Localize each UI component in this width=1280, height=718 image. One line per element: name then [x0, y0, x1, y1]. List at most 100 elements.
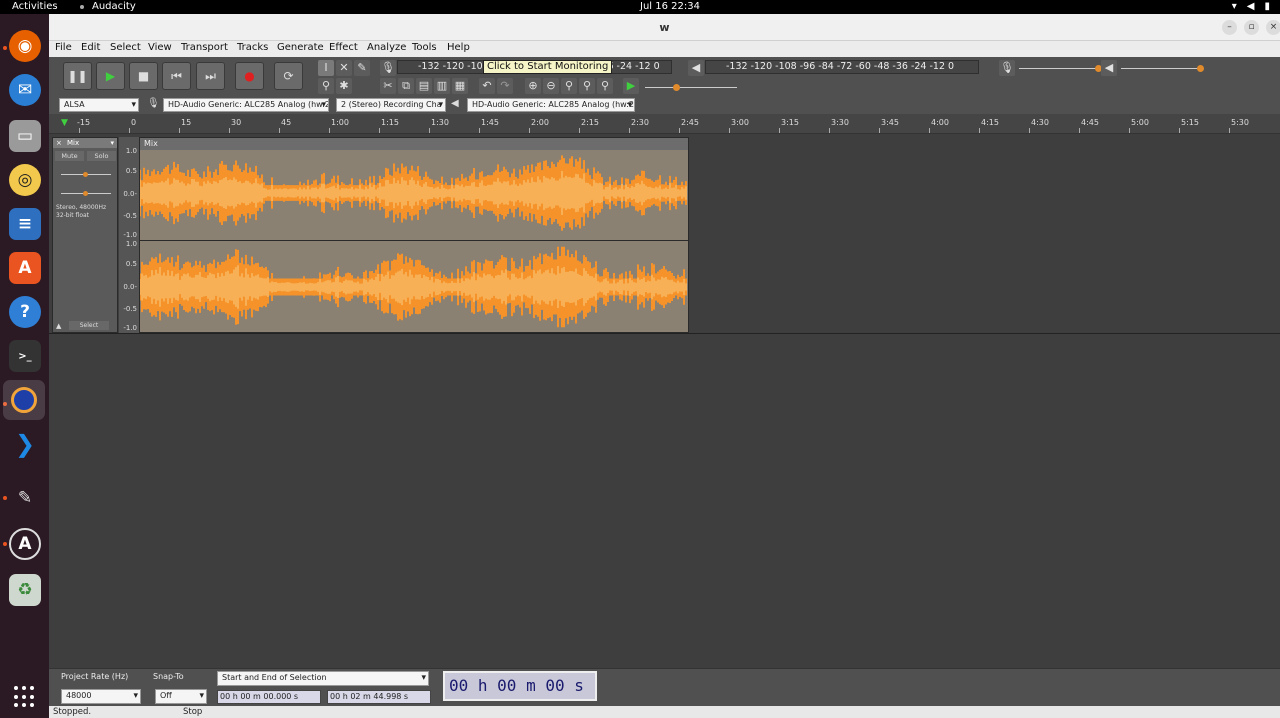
play-meter-button[interactable]: ◀: [688, 60, 704, 76]
track-control-panel[interactable]: × Mix ▾ Mute Solo Stereo, 48000Hz 32-bit…: [52, 137, 118, 333]
software-updater-icon[interactable]: A: [9, 528, 41, 560]
skip-end-button[interactable]: ⏭: [196, 62, 225, 90]
record-volume-slider[interactable]: [1019, 65, 1102, 72]
zoom-sel-icon: ⚲: [564, 79, 574, 92]
stop-button[interactable]: ■: [129, 62, 158, 90]
paste-button[interactable]: ▤: [416, 78, 432, 94]
app-menu[interactable]: Audacity: [80, 0, 136, 14]
help-icon[interactable]: ?: [9, 296, 41, 328]
app-center-icon[interactable]: A: [9, 252, 41, 284]
play-at-speed-button[interactable]: ▶: [623, 78, 639, 94]
maximize-icon[interactable]: ▫: [1244, 20, 1259, 35]
timeline-ruler[interactable]: ▼ -15 0 15 30 45 1:00 1:15 1:30 1:45 2:00 2:15 2:30…: [49, 114, 1280, 134]
play-head-icon[interactable]: ▼: [61, 118, 68, 128]
draw-tool[interactable]: ✎: [354, 60, 370, 76]
audio-position-display[interactable]: 00 h 00 m 00 s: [443, 671, 597, 701]
redo-button[interactable]: ↷: [497, 78, 513, 94]
timeline-tick-mark: [1179, 128, 1180, 133]
menu-transport[interactable]: Transport: [181, 42, 228, 53]
fit-project-button[interactable]: ⚲: [579, 78, 595, 94]
playback-device-select[interactable]: HD-Audio Generic: ALC285 Analog (hw:2,: [467, 98, 635, 112]
zoom-toggle-button[interactable]: ⚲: [597, 78, 613, 94]
track-menu-chevron-icon[interactable]: ▾: [110, 138, 114, 148]
rhythmbox-icon[interactable]: ◎: [9, 164, 41, 196]
vertical-scale[interactable]: 1.0 0.5 0.0- -0.5 -1.0 1.0 0.5 0.0- -0.5…: [119, 137, 139, 333]
menu-help[interactable]: Help: [447, 42, 470, 53]
selection-mode-select[interactable]: Start and End of Selection: [217, 671, 429, 686]
envelope-tool[interactable]: ✕: [336, 60, 352, 76]
system-tray[interactable]: ▾ ◀ ▮: [1232, 0, 1270, 14]
trim-icon: ▥: [436, 79, 448, 92]
audacity-icon[interactable]: [3, 380, 45, 420]
timeline-tick-label: 15: [181, 118, 192, 127]
files-icon[interactable]: ▭: [9, 120, 41, 152]
writer-icon[interactable]: ≡: [9, 208, 41, 240]
play-button[interactable]: ▶: [96, 62, 125, 90]
track-area[interactable]: × Mix ▾ Mute Solo Stereo, 48000Hz 32-bit…: [49, 135, 1280, 666]
record-meter-button[interactable]: 🎙: [380, 60, 396, 76]
trash-icon[interactable]: ♻: [9, 574, 41, 606]
project-rate-select[interactable]: 48000: [61, 689, 141, 704]
track-name-header[interactable]: × Mix ▾: [53, 138, 117, 148]
timeline-tick-label: 5:30: [1231, 118, 1249, 127]
menu-tracks[interactable]: Tracks: [237, 42, 268, 53]
play-speed-slider[interactable]: [645, 84, 737, 91]
menu-select[interactable]: Select: [110, 42, 141, 53]
selection-start-time[interactable]: 00 h 00 m 00.000 s: [217, 690, 321, 704]
select-track-button[interactable]: Select: [69, 321, 109, 330]
snap-to-select[interactable]: Off: [155, 689, 207, 704]
trim-button[interactable]: ▥: [434, 78, 450, 94]
activities-button[interactable]: Activities: [12, 0, 58, 14]
undo-button[interactable]: ↶: [479, 78, 495, 94]
firefox-icon[interactable]: ◉: [9, 30, 41, 62]
recording-device-select[interactable]: HD-Audio Generic: ALC285 Analog (hw:2,: [163, 98, 329, 112]
loop-button[interactable]: ⟳: [274, 62, 303, 90]
gimp-icon[interactable]: ✎: [9, 482, 41, 514]
zoom-in-button[interactable]: ⊕: [525, 78, 541, 94]
menu-generate[interactable]: Generate: [277, 42, 324, 53]
skip-start-button[interactable]: ⏮: [162, 62, 191, 90]
terminal-icon[interactable]: >_: [9, 340, 41, 372]
play-icon: ▶: [105, 69, 116, 83]
fit-selection-button[interactable]: ⚲: [561, 78, 577, 94]
audio-clip[interactable]: Mix: [139, 137, 689, 333]
minimize-icon[interactable]: –: [1222, 20, 1237, 35]
zoom-tool[interactable]: ⚲: [318, 78, 334, 94]
selection-end-time[interactable]: 00 h 02 m 44.998 s: [327, 690, 431, 704]
menu-tools[interactable]: Tools: [412, 42, 437, 53]
timeline-tick-label: 0: [131, 118, 137, 127]
audio-host-select[interactable]: ALSA: [59, 98, 139, 112]
magnifier-icon: ⚲: [321, 79, 331, 92]
menu-file[interactable]: File: [55, 42, 72, 53]
timeline-tick-label: 3:45: [881, 118, 899, 127]
zoom-out-button[interactable]: ⊖: [543, 78, 559, 94]
playback-volume-slider[interactable]: [1121, 65, 1204, 72]
gain-slider[interactable]: [61, 172, 111, 177]
dock: ◉ ✉ ▭ ◎ ≡ A ? >_ ❯ ✎ A ♻: [0, 14, 49, 718]
collapse-icon[interactable]: ▲: [56, 322, 61, 330]
menu-view[interactable]: View: [148, 42, 172, 53]
pause-button[interactable]: ❚❚: [63, 62, 92, 90]
menu-analyze[interactable]: Analyze: [367, 42, 406, 53]
show-apps-icon[interactable]: [14, 686, 36, 708]
play-meter[interactable]: -132 -120 -108 -96 -84 -72 -60 -48 -36 -…: [705, 60, 979, 74]
copy-button[interactable]: ⧉: [398, 78, 414, 94]
record-button[interactable]: ●: [235, 62, 264, 90]
menu-effect[interactable]: Effect: [329, 42, 358, 53]
pan-slider[interactable]: [61, 191, 111, 196]
multi-tool[interactable]: ✱: [336, 78, 352, 94]
mute-button[interactable]: Mute: [55, 151, 84, 161]
vscode-icon[interactable]: ❯: [9, 428, 41, 460]
clock[interactable]: Jul 16 22:34: [640, 0, 700, 14]
solo-button[interactable]: Solo: [87, 151, 116, 161]
close-icon[interactable]: ×: [1266, 20, 1280, 35]
close-track-icon[interactable]: ×: [56, 138, 62, 148]
cut-button[interactable]: ✂: [380, 78, 396, 94]
menu-edit[interactable]: Edit: [81, 42, 100, 53]
speaker-icon: ◀: [691, 61, 701, 74]
silence-button[interactable]: ▦: [452, 78, 468, 94]
app-name: Audacity: [92, 1, 136, 12]
selection-tool[interactable]: I: [318, 60, 334, 76]
thunderbird-icon[interactable]: ✉: [9, 74, 41, 106]
recording-channels-select[interactable]: 2 (Stereo) Recording Cha: [336, 98, 446, 112]
